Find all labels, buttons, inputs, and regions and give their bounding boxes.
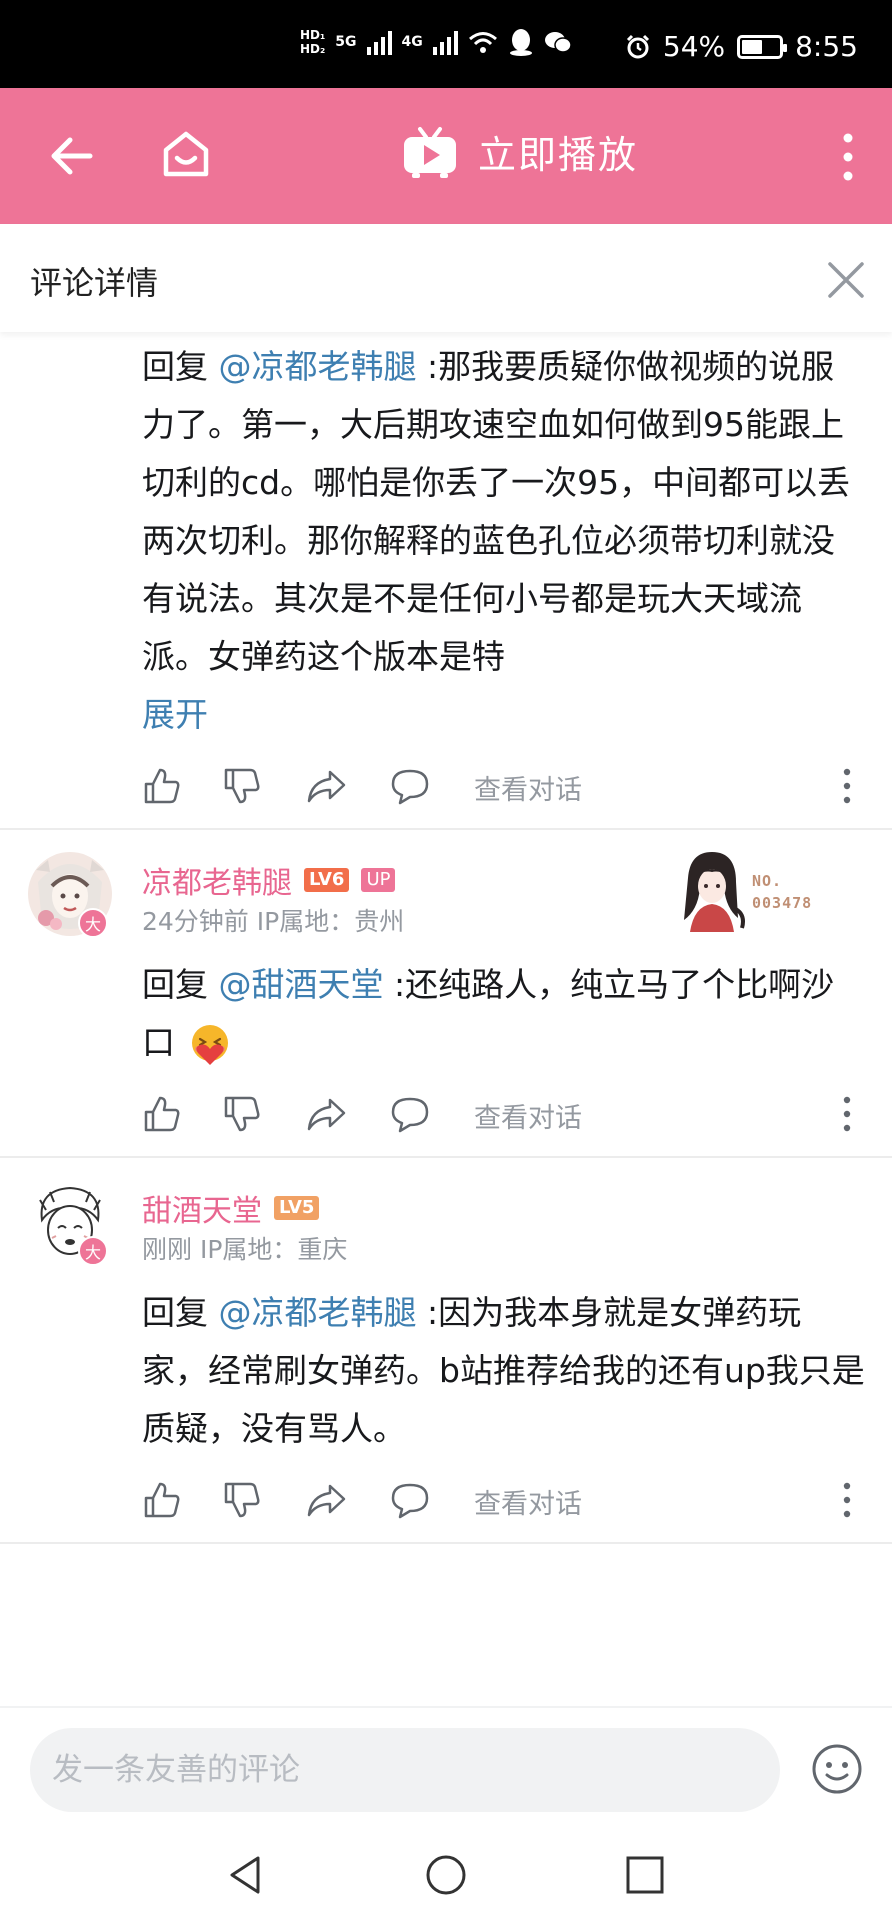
dislike-icon[interactable] <box>222 766 262 806</box>
comment-header: 大 甜酒天堂 LV5 刚刚 IP属地：重庆 <box>0 1158 892 1284</box>
arrow-left-icon[interactable] <box>44 128 100 184</box>
comment-meta: 刚刚 IP属地：重庆 <box>142 1235 348 1264</box>
comment-text: 回复 @甜酒天堂 :还纯路人，纯立马了个比啊沙口 <box>142 956 866 1072</box>
avatar-badge: 大 <box>78 1236 108 1266</box>
view-dialog-link[interactable]: 查看对话 <box>474 1096 582 1135</box>
qq-icon <box>509 29 532 56</box>
up-badge: UP <box>361 868 396 892</box>
status-bar: HD₁ HD₂ 5G 4G 54% 8:55 <box>0 0 892 88</box>
dislike-icon[interactable] <box>222 1094 262 1134</box>
view-dialog-link[interactable]: 查看对话 <box>474 1482 582 1521</box>
battery-icon <box>737 34 788 59</box>
like-icon[interactable] <box>142 766 182 806</box>
more-vertical-icon[interactable] <box>842 1482 852 1518</box>
hd-indicator: HD₁ HD₂ <box>300 28 325 56</box>
wifi-icon <box>468 32 497 53</box>
hd2-label: HD₂ <box>300 42 326 56</box>
fan-card-no-label: NO. <box>752 872 783 890</box>
tv-play-icon <box>404 126 456 178</box>
level-badge: LV5 <box>274 1196 320 1220</box>
user-name-row: 甜酒天堂 LV5 <box>142 1186 320 1230</box>
more-vertical-icon[interactable] <box>838 132 858 182</box>
avatar-badge: 大 <box>78 908 108 938</box>
play-now-button[interactable]: 立即播放 <box>402 124 638 179</box>
reply-prefix: 回复 <box>142 347 219 386</box>
comment-text: 回复 @凉都老韩腿 :那我要质疑你做视频的说服力了。第一，大后期攻速空血如何做到… <box>142 332 866 744</box>
comment-actions: 查看对话 <box>142 744 866 828</box>
fan-card-no-value: 003478 <box>752 894 813 912</box>
heart-hug-emoji-icon <box>191 1024 228 1065</box>
fan-card-character-image <box>684 852 745 932</box>
comment-actions: 查看对话 <box>142 1072 866 1156</box>
comment-actions: 查看对话 <box>142 1458 866 1542</box>
mention-link[interactable]: @凉都老韩腿 <box>219 347 417 386</box>
network-5g-label: 5G <box>335 34 357 50</box>
comment-meta: 24分钟前 IP属地：贵州 <box>142 907 405 936</box>
user-name-row: 凉都老韩腿 LV6 UP <box>142 858 396 902</box>
share-icon[interactable] <box>306 1094 346 1134</box>
dislike-icon[interactable] <box>222 1480 262 1520</box>
comment-item: 大 甜酒天堂 LV5 刚刚 IP属地：重庆 回复 @凉都老韩腿 :因为我本身就是… <box>0 1158 892 1544</box>
wechat-icon <box>544 32 572 53</box>
expand-link[interactable]: 展开 <box>142 686 866 744</box>
comment-item: 回复 @凉都老韩腿 :那我要质疑你做视频的说服力了。第一，大后期攻速空血如何做到… <box>0 332 892 830</box>
username[interactable]: 甜酒天堂 <box>142 1186 262 1230</box>
play-now-label: 立即播放 <box>478 133 639 177</box>
home-icon[interactable] <box>158 126 214 182</box>
reply-prefix: 回复 <box>142 1293 219 1332</box>
comment-bubble-icon[interactable] <box>390 766 430 806</box>
fan-card-number: NO. 003478 <box>752 870 812 914</box>
battery-percent: 54% <box>662 30 726 63</box>
mention-link[interactable]: @甜酒天堂 <box>219 965 384 1004</box>
app-header: 立即播放 <box>0 88 892 224</box>
like-icon[interactable] <box>142 1094 182 1134</box>
fan-card[interactable]: NO. 003478 <box>676 848 866 938</box>
comment-input-container <box>30 1728 780 1812</box>
comment-header: 大 凉都老韩腿 LV6 UP 24分钟前 IP属地：贵州 NO. 003478 <box>0 830 892 956</box>
status-right: 54% 8:55 <box>625 30 858 63</box>
more-vertical-icon[interactable] <box>842 768 852 804</box>
comment-text: 回复 @凉都老韩腿 :因为我本身就是女弹药玩家，经常刷女弹药。b站推荐给我的还有… <box>142 1284 866 1458</box>
comment-input-bar <box>0 1706 892 1830</box>
comment-item: 大 凉都老韩腿 LV6 UP 24分钟前 IP属地：贵州 NO. 003478 … <box>0 830 892 1158</box>
comment-input[interactable] <box>30 1728 780 1812</box>
share-icon[interactable] <box>306 1480 346 1520</box>
comment-detail-bar: 评论详情 <box>0 224 892 332</box>
close-icon[interactable] <box>826 260 866 300</box>
share-icon[interactable] <box>306 766 346 806</box>
clock: 8:55 <box>795 30 858 63</box>
system-nav-bar <box>0 1830 892 1920</box>
username[interactable]: 凉都老韩腿 <box>142 858 292 902</box>
mention-link[interactable]: @凉都老韩腿 <box>219 1293 417 1332</box>
comment-bubble-icon[interactable] <box>390 1480 430 1520</box>
level-badge: LV6 <box>304 868 350 892</box>
like-icon[interactable] <box>142 1480 182 1520</box>
signal-icon-2 <box>432 29 458 55</box>
comment-list: 回复 @凉都老韩腿 :那我要质疑你做视频的说服力了。第一，大后期攻速空血如何做到… <box>0 332 892 1544</box>
emoji-icon[interactable] <box>810 1742 864 1796</box>
more-vertical-icon[interactable] <box>842 1096 852 1132</box>
signal-icon <box>366 29 392 55</box>
comment-body: :那我要质疑你做视频的说服力了。第一，大后期攻速空血如何做到95能跟上切利的cd… <box>142 347 851 676</box>
hd1-label: HD₁ <box>300 28 326 42</box>
nav-back-icon[interactable] <box>224 1852 270 1898</box>
reply-prefix: 回复 <box>142 965 219 1004</box>
nav-home-icon[interactable] <box>423 1852 469 1898</box>
nav-recents-icon[interactable] <box>622 1852 668 1898</box>
view-dialog-link[interactable]: 查看对话 <box>474 768 582 807</box>
alarm-icon <box>626 34 649 58</box>
comment-bubble-icon[interactable] <box>390 1094 430 1134</box>
status-left: HD₁ HD₂ 5G 4G <box>300 28 572 56</box>
network-4g-label: 4G <box>401 34 423 50</box>
page-title: 评论详情 <box>30 264 159 302</box>
